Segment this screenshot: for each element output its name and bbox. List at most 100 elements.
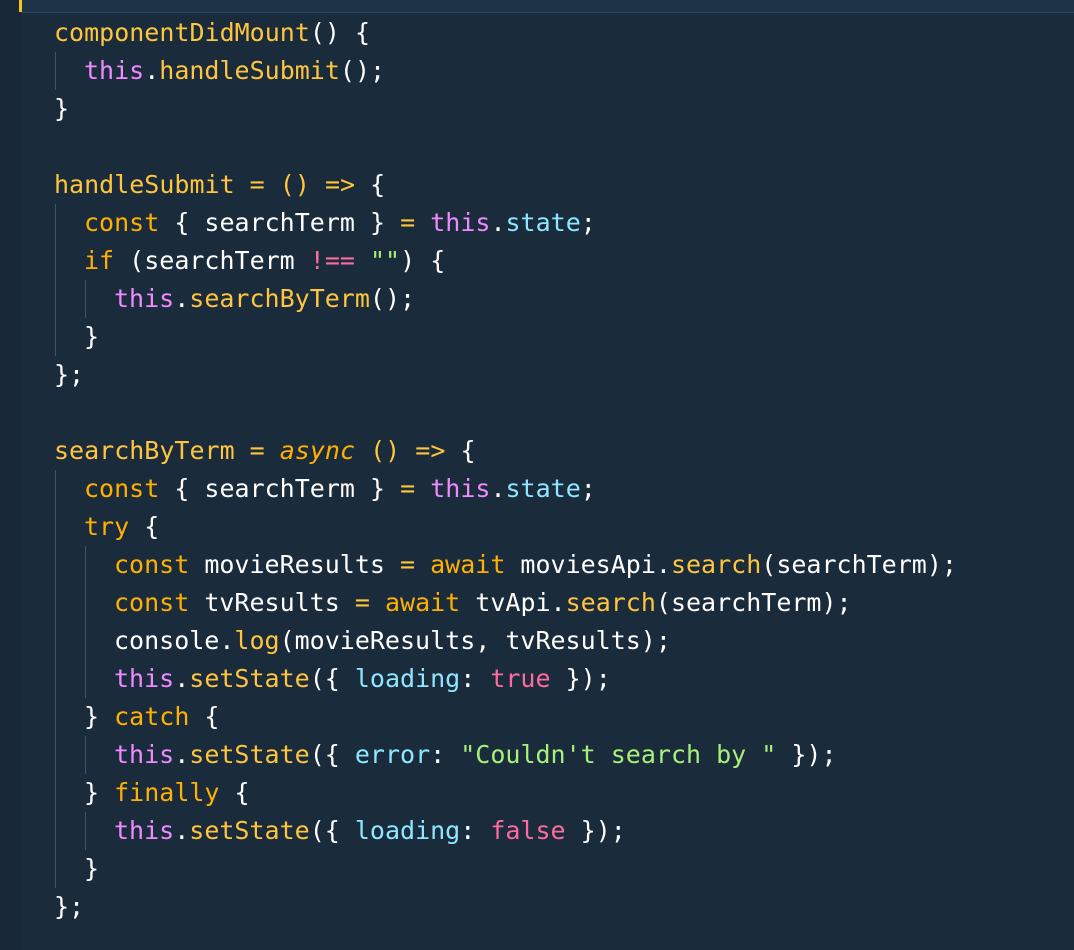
indent-guide [55,508,56,546]
token-punct: { [370,170,386,199]
indent-guide [85,736,86,774]
indent-guide [85,660,86,698]
token-keyword-async: async [279,436,356,465]
token-keyword: try [84,512,130,541]
indent-guide [55,52,56,90]
token-punct: { [219,778,250,807]
token-punct: ({ [309,664,355,693]
indent-guide [55,242,56,280]
token-punct: }; [54,892,85,921]
token-method: search [670,550,762,579]
token-string: "Couldn't search by " [460,740,777,769]
token-keyword: catch [114,702,190,731]
token-punct: : [460,664,491,693]
indent-guide [85,622,86,660]
token-punct: . [490,474,506,503]
token-text: (movieResults, tvResults); [279,626,671,655]
code-line: }; [0,356,1074,394]
token-method: searchByTerm [189,284,370,313]
token-punct: } [84,778,115,807]
token-punct: () { [309,18,371,47]
token-method: log [234,626,280,655]
token-function: componentDidMount [54,18,310,47]
token-punct: } [84,322,100,351]
token-boolean: false [490,816,566,845]
token-text: (searchTerm [114,246,310,275]
indent-guide [55,546,56,584]
code-line: } [0,90,1074,128]
code-line: } catch { [0,698,1074,736]
code-line: this.handleSubmit(); [0,52,1074,90]
token-punct: ) { [400,246,446,275]
indent-guide [55,774,56,812]
code-line: this.setState({ loading: true }); [0,660,1074,698]
token-punct: : [460,816,491,845]
token-this: this [114,664,175,693]
current-line-highlight [22,0,1074,13]
code-line: searchByTerm = async () => { [0,432,1074,470]
token-method: setState [189,740,310,769]
token-method: setState [189,664,310,693]
code-line: if (searchTerm !== "") { [0,242,1074,280]
indent-guide [85,812,86,850]
indent-guide [85,584,86,622]
token-operator: = [400,474,416,503]
token-punct: ({ [309,740,355,769]
token-this: this [430,208,491,237]
token-keyword: const [114,550,190,579]
token-punct: ; [580,474,596,503]
token-punct: . [174,740,190,769]
indent-guide [55,850,56,888]
token-operator: = [234,170,280,199]
token-punct: (); [339,56,386,85]
code-line: console.log(movieResults, tvResults); [0,622,1074,660]
indent-guide [55,622,56,660]
code-line: this.setState({ loading: false }); [0,812,1074,850]
token-this: this [114,740,175,769]
token-keyword: await [384,588,461,617]
token-keyword: const [84,474,160,503]
code-editor[interactable]: componentDidMount() { this.handleSubmit(… [0,14,1074,926]
token-operator: = [400,208,416,237]
token-operator: = [234,436,280,465]
token-operator: = [354,588,370,617]
token-punct: }); [776,740,837,769]
token-property: error [354,740,431,769]
code-line: } finally { [0,774,1074,812]
token-keyword: const [114,588,190,617]
token-operator: !== [309,246,355,275]
token-this: this [114,284,175,313]
token-text: tvResults [189,588,355,617]
code-line: }; [0,888,1074,926]
token-boolean: true [490,664,551,693]
token-text: tvApi. [460,588,566,617]
token-punct: } [84,854,100,883]
token-punct: } [84,702,115,731]
indent-guide [55,204,56,242]
token-parens: () [370,436,401,465]
token-this: this [114,816,175,845]
code-line: const { searchTerm } = this.state; [0,204,1074,242]
token-property: loading [354,664,461,693]
token-punct: ({ [309,816,355,845]
indent-guide [55,698,56,736]
indent-guide [55,280,56,318]
code-line: this.setState({ error: "Couldn't search … [0,736,1074,774]
code-line: componentDidMount() { [0,14,1074,52]
code-line: } [0,850,1074,888]
token-punct: . [174,816,190,845]
token-punct: } [54,94,70,123]
token-punct: { [460,436,476,465]
token-this: this [430,474,491,503]
token-punct: }); [550,664,611,693]
token-punct: . [490,208,506,237]
token-text: console. [114,626,235,655]
code-line: try { [0,508,1074,546]
